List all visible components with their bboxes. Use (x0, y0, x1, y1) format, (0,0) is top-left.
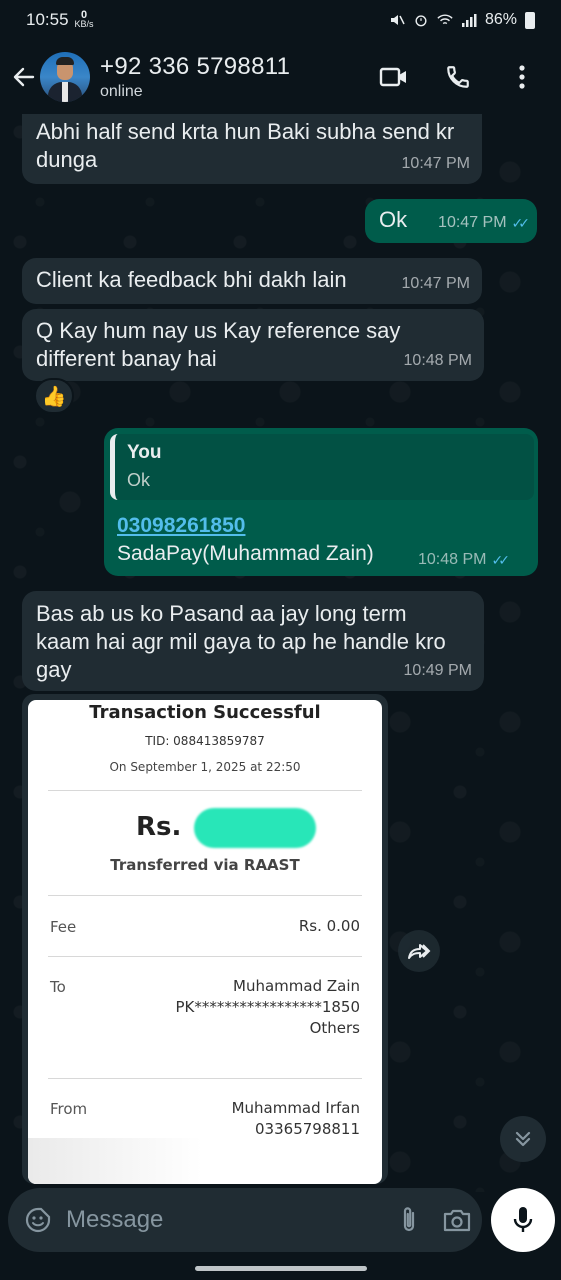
receipt-transfer-method: Transferred via RAAST (110, 856, 300, 874)
attach-button[interactable] (398, 1204, 420, 1236)
forward-button[interactable] (398, 930, 440, 972)
message-bubble[interactable]: Abhi half send krta hun Baki subha send … (22, 108, 482, 184)
contact-status: online (100, 83, 143, 100)
message-bubble[interactable]: Q Kay hum nay us Kay reference say diffe… (22, 309, 484, 381)
battery-icon (525, 11, 535, 29)
message-time: 10:48 PM (403, 352, 472, 369)
message-composer (8, 1188, 482, 1252)
navigation-handle[interactable] (195, 1266, 367, 1271)
message-bubble[interactable]: Client ka feedback bhi dakh lain 10:47 P… (22, 258, 482, 304)
to-details: Muhammad Zain PK*****************1850 Ot… (175, 976, 360, 1039)
divider (48, 1078, 362, 1079)
quote-text: Ok (127, 470, 151, 490)
transaction-receipt: Transaction Successful TID: 088413859787… (28, 700, 382, 1184)
alarm-icon (415, 15, 427, 27)
receipt-amount-prefix: Rs. (136, 812, 182, 842)
message-bubble[interactable]: Ok 10:47 PM ✓✓ (365, 199, 537, 243)
receipt-date: On September 1, 2025 at 22:50 (109, 760, 301, 774)
to-account: PK*****************1850 (175, 998, 360, 1016)
phone-icon (447, 66, 469, 88)
arrow-left-icon (13, 67, 35, 87)
avatar-hair (56, 57, 74, 65)
wifi-icon (437, 14, 453, 25)
message-text: SadaPay(Muhammad Zain) (117, 542, 374, 565)
scroll-to-bottom-button[interactable] (500, 1116, 546, 1162)
voice-message-button[interactable] (491, 1188, 555, 1252)
paperclip-icon (403, 1207, 415, 1232)
from-details: Muhammad Irfan 03365798811 (232, 1098, 360, 1140)
phone-link[interactable]: 03098261850 (117, 512, 374, 540)
contact-info[interactable]: +92 336 5798811 online (100, 53, 290, 101)
redacted-amount (194, 808, 316, 848)
to-bank: Others (309, 1019, 360, 1037)
reaction-badge[interactable]: 👍 (34, 378, 74, 414)
kebab-menu-icon (519, 65, 525, 89)
chat-header: +92 336 5798811 online (0, 40, 561, 114)
message-time: 10:48 PM (418, 551, 487, 568)
microphone-icon (513, 1207, 533, 1232)
quoted-message[interactable]: You Ok (110, 434, 534, 500)
message-time: 10:47 PM (401, 155, 470, 172)
image-message[interactable]: Transaction Successful TID: 088413859787… (22, 694, 388, 1184)
camera-icon (443, 1209, 471, 1232)
divider (48, 895, 362, 896)
message-meta: 10:47 PM ✓✓ (438, 209, 531, 237)
network-speed: 0 KB/s (74, 10, 94, 29)
emoji-button[interactable] (24, 1204, 52, 1236)
double-chevron-down-icon (515, 1131, 531, 1147)
receipt-shadow (28, 1138, 202, 1184)
network-speed-unit: KB/s (74, 19, 94, 29)
divider (48, 956, 362, 957)
from-name: Muhammad Irfan (231, 1099, 360, 1117)
message-time: 10:47 PM (438, 214, 507, 231)
double-check-icon: ✓✓ (511, 215, 531, 231)
message-text: Q Kay hum nay us Kay reference say diffe… (36, 318, 401, 371)
more-options-button[interactable] (507, 62, 537, 92)
battery-percent: 86% (484, 11, 517, 28)
message-time: 10:47 PM (401, 275, 470, 292)
message-content: 03098261850 SadaPay(Muhammad Zain) (117, 512, 374, 568)
message-text: Client ka feedback bhi dakh lain (36, 267, 347, 292)
fee-label: Fee (50, 918, 77, 936)
voice-call-button[interactable] (443, 62, 473, 92)
avatar[interactable] (40, 52, 90, 102)
status-time: 10:55 (26, 10, 69, 29)
message-input[interactable] (66, 1206, 376, 1234)
double-check-icon: ✓✓ (491, 551, 510, 568)
receipt-tid: TID: 088413859787 (145, 734, 265, 748)
receipt-title: Transaction Successful (89, 702, 321, 723)
contact-name: +92 336 5798811 (100, 53, 291, 80)
from-number: 03365798811 (255, 1120, 360, 1138)
sticker-smiley-icon (25, 1207, 51, 1233)
message-meta: 10:48 PM ✓✓ (418, 551, 510, 569)
thumbs-up-icon: 👍 (41, 385, 67, 408)
from-label: From (50, 1100, 88, 1118)
message-text: Ok (379, 207, 408, 232)
video-camera-icon (379, 67, 406, 87)
quote-author: You (127, 442, 162, 463)
video-call-button[interactable] (379, 62, 409, 92)
divider (48, 790, 362, 791)
mute-icon (390, 15, 405, 25)
status-bar: 10:55 0 KB/s 86% (0, 0, 561, 40)
message-text: Bas ab us ko Pasand aa jay long term kaa… (36, 601, 446, 682)
to-name: Muhammad Zain (233, 977, 360, 995)
forward-icon (408, 944, 431, 959)
to-label: To (50, 978, 66, 996)
avatar-shirt (62, 82, 68, 102)
camera-button[interactable] (442, 1204, 472, 1236)
message-time: 10:49 PM (403, 662, 472, 679)
signal-icon (461, 14, 477, 27)
message-bubble[interactable]: Bas ab us ko Pasand aa jay long term kaa… (22, 591, 484, 691)
fee-value: Rs. 0.00 (298, 917, 360, 935)
